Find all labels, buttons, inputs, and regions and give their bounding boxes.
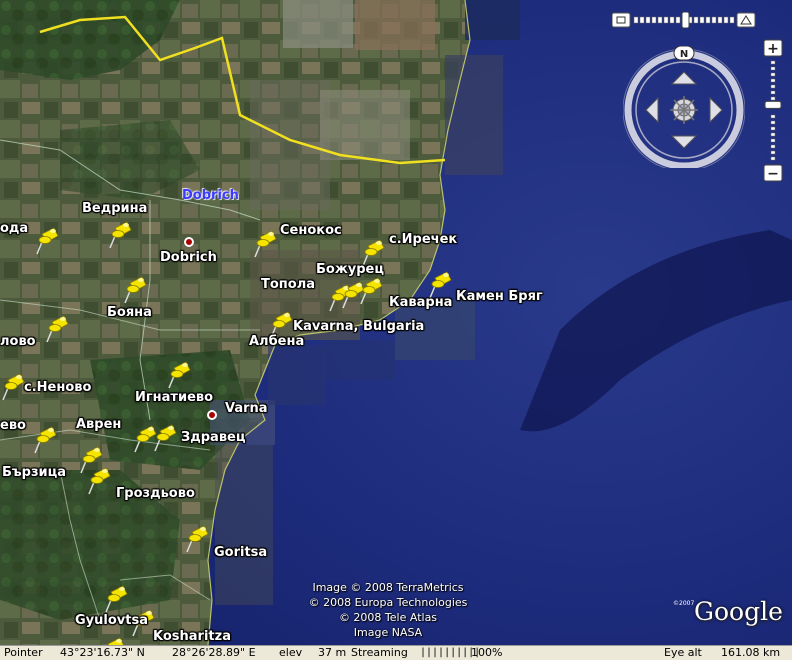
status-bar: Pointer 43°23'16.73" N 28°26'28.89" E el… [0,645,792,660]
dobrich-city-dot[interactable] [184,237,194,247]
place-label[interactable]: лово [0,335,36,349]
place-label[interactable]: Dobrich [160,251,217,265]
pan-down-arrow-icon[interactable] [670,135,698,149]
place-label[interactable]: Игнатиево [135,391,213,405]
place-label[interactable]: Gyulovtsa [75,614,148,628]
google-logo: Google [694,597,783,626]
place-label[interactable]: Албена [249,335,304,349]
place-label[interactable]: Kosharitza [153,630,231,644]
pushpin-icon[interactable] [0,372,26,402]
pushpin-icon[interactable] [166,360,192,390]
pan-joystick-icon[interactable] [670,96,698,124]
credit-line: Image NASA [353,626,423,639]
place-label[interactable]: Аврен [76,418,121,432]
eye-altitude-label: Eye alt [664,646,702,659]
zoom-slider-track[interactable] [770,60,776,161]
pointer-label: Pointer [4,646,43,659]
look-slider-thumb[interactable] [681,12,690,28]
credit-line: © 2008 Tele Atlas [338,611,438,624]
pushpin-icon[interactable] [44,314,70,344]
place-label[interactable]: Божурец [316,263,384,277]
place-label[interactable]: Varna [225,402,268,416]
reset-view-button[interactable] [612,12,631,28]
pointer-latitude: 43°23'16.73" N [60,646,145,659]
place-label[interactable]: Бояна [107,306,152,320]
pan-up-arrow-icon[interactable] [670,71,698,85]
pan-left-arrow-icon[interactable] [645,96,659,124]
place-label[interactable]: Камен Бряг [456,290,543,304]
place-label[interactable]: с.Неново [24,381,91,395]
place-label[interactable]: Топола [261,278,315,292]
pushpin-icon[interactable] [122,275,148,305]
pushpin-icon[interactable] [103,584,129,614]
streaming-percent: 100% [471,646,503,659]
pushpin-icon[interactable] [34,226,60,256]
varna-city-dot[interactable] [207,410,217,420]
north-label: N [680,49,688,60]
pushpin-icon[interactable] [184,524,210,554]
credit-line: © 2008 Europa Technologies [308,596,468,609]
place-label[interactable]: Бързица [2,466,66,480]
place-label[interactable]: Сенокос [280,224,342,238]
place-label[interactable]: ево [0,419,26,433]
pushpin-icon[interactable] [100,636,126,645]
eye-altitude-value: 161.08 km [721,646,781,659]
credit-line: Image © 2008 TerraMetrics [312,581,464,594]
pushpin-icon[interactable] [358,276,384,306]
look-slider[interactable] [612,12,756,28]
place-label[interactable]: Каварна [389,296,452,310]
place-label[interactable]: Kavarna, Bulgaria [293,320,424,334]
pushpin-icon[interactable] [32,425,58,455]
place-label[interactable]: ода [0,222,28,236]
pushpin-icon[interactable] [107,220,133,250]
place-label[interactable]: Ведрина [82,202,147,216]
pushpin-icon[interactable] [152,423,178,453]
map-viewport[interactable]: Dobrich Ведрина ода Dobrich Сенокос с.Ир… [0,0,792,645]
zoom-in-icon: + [767,41,779,57]
pan-right-arrow-icon[interactable] [709,96,723,124]
elevation-value: 37 m [318,646,347,659]
zoom-out-icon: − [767,166,779,182]
imagery-credits: Image © 2008 TerraMetrics © 2008 Europa … [298,580,478,640]
zoom-slider-thumb[interactable] [764,100,782,109]
pushpin-icon[interactable] [86,466,112,496]
elevation-label: elev [279,646,303,659]
pushpin-icon[interactable] [252,229,278,259]
pointer-longitude: 28°26'28.89" E [172,646,256,659]
streaming-label: Streaming [351,646,408,659]
place-label[interactable]: Здравец [181,431,246,445]
place-label[interactable]: Goritsa [214,546,267,560]
logo-copyright: ©2007 [673,600,695,607]
place-label[interactable]: с.Иречек [389,233,457,247]
navigation-ring[interactable]: N [623,46,745,168]
place-label[interactable]: Гроздьово [116,487,195,501]
region-label-dobrich: Dobrich [182,188,239,203]
zoom-slider[interactable]: + − [763,39,783,184]
